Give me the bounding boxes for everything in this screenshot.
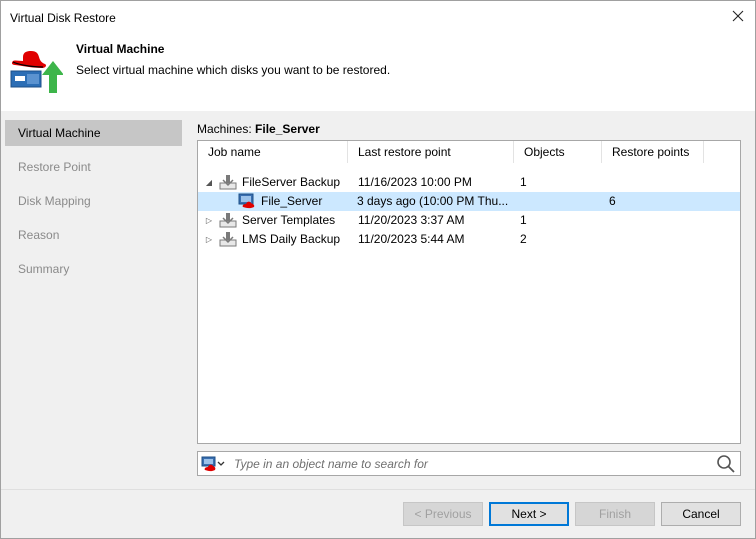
machines-label: Machines: File_Server (197, 122, 320, 136)
collapsed-triangle-icon[interactable]: ▷ (204, 230, 214, 249)
restore-points-count (609, 230, 669, 249)
wizard-content: Machines: File_Server Job name Last rest… (182, 111, 755, 489)
objects-count: 1 (520, 213, 527, 227)
wizard-footer: < Previous Next > Finish Cancel (1, 489, 755, 538)
restore-points-count (609, 173, 669, 192)
backup-job-icon (219, 213, 237, 228)
last-restore-point: 11/16/2023 10:00 PM (358, 175, 472, 189)
wizard-header: Virtual Machine Select virtual machine w… (1, 33, 755, 111)
window-title: Virtual Disk Restore (10, 11, 116, 25)
redhat-vm-dropdown-icon (201, 456, 225, 472)
close-button[interactable] (727, 5, 749, 27)
tree-header: Job name Last restore point Objects Rest… (198, 141, 740, 163)
previous-button[interactable]: < Previous (403, 502, 483, 526)
search-icon (717, 455, 735, 473)
search-input[interactable] (234, 454, 704, 473)
last-restore-point: 3 days ago (10:00 PM Thu... (357, 194, 509, 208)
tree-row-file-server[interactable]: File_Server 3 days ago (10:00 PM Thu... … (198, 192, 740, 211)
objects-count: 1 (520, 175, 527, 189)
nav-step-virtual-machine[interactable]: Virtual Machine (5, 120, 182, 146)
objects-count: 2 (520, 232, 527, 246)
last-restore-point: 11/20/2023 5:44 AM (358, 232, 465, 246)
nav-step-disk-mapping[interactable]: Disk Mapping (5, 188, 182, 214)
redhat-restore-icon (10, 51, 63, 93)
job-name: FileServer Backup (242, 175, 341, 189)
job-name: File_Server (261, 194, 323, 208)
backup-job-icon (219, 175, 237, 190)
backup-job-icon (219, 232, 237, 247)
close-icon (732, 10, 744, 22)
machines-selected-value: File_Server (255, 122, 320, 136)
objects-count (520, 192, 580, 211)
title-bar: Virtual Disk Restore (1, 1, 755, 33)
column-header-job-name[interactable]: Job name (198, 141, 348, 163)
nav-step-reason[interactable]: Reason (5, 222, 182, 248)
tree-row-server-templates[interactable]: ▷ Server Templates 11/20/2023 3:37 AM 1 (198, 211, 740, 230)
restore-points-count (609, 211, 669, 230)
job-name: Server Templates (242, 213, 336, 227)
object-type-dropdown[interactable] (201, 455, 225, 473)
virtual-disk-restore-dialog: Virtual Disk Restore Virtual Machine Sel… (0, 0, 756, 539)
last-restore-point: 11/20/2023 3:37 AM (358, 213, 465, 227)
column-header-restore-points[interactable]: Restore points (602, 141, 704, 163)
object-search-box (197, 451, 741, 476)
collapsed-triangle-icon[interactable]: ▷ (204, 211, 214, 230)
cancel-button[interactable]: Cancel (661, 502, 741, 526)
search-button[interactable] (716, 454, 736, 474)
nav-step-restore-point[interactable]: Restore Point (5, 154, 182, 180)
finish-button[interactable]: Finish (575, 502, 655, 526)
expanded-triangle-icon[interactable]: ◢ (204, 173, 214, 192)
nav-step-summary[interactable]: Summary (5, 256, 182, 282)
tree-row-fileserver-backup[interactable]: ◢ FileServer Backup 11/16/2023 10:00 PM … (198, 173, 740, 192)
redhat-vm-icon (238, 193, 255, 209)
restore-points-count: 6 (609, 194, 616, 208)
machines-tree-list[interactable]: Job name Last restore point Objects Rest… (197, 140, 741, 444)
column-header-objects[interactable]: Objects (514, 141, 602, 163)
header-description: Select virtual machine which disks you w… (76, 63, 391, 77)
tree-row-lms-daily-backup[interactable]: ▷ LMS Daily Backup 11/20/2023 5:44 AM 2 (198, 230, 740, 249)
job-name: LMS Daily Backup (242, 232, 341, 246)
machines-label-text: Machines: (197, 122, 252, 136)
header-title: Virtual Machine (76, 42, 165, 56)
wizard-step-nav: Virtual Machine Restore Point Disk Mappi… (1, 111, 182, 489)
column-header-last-restore-point[interactable]: Last restore point (348, 141, 514, 163)
next-button[interactable]: Next > (489, 502, 569, 526)
